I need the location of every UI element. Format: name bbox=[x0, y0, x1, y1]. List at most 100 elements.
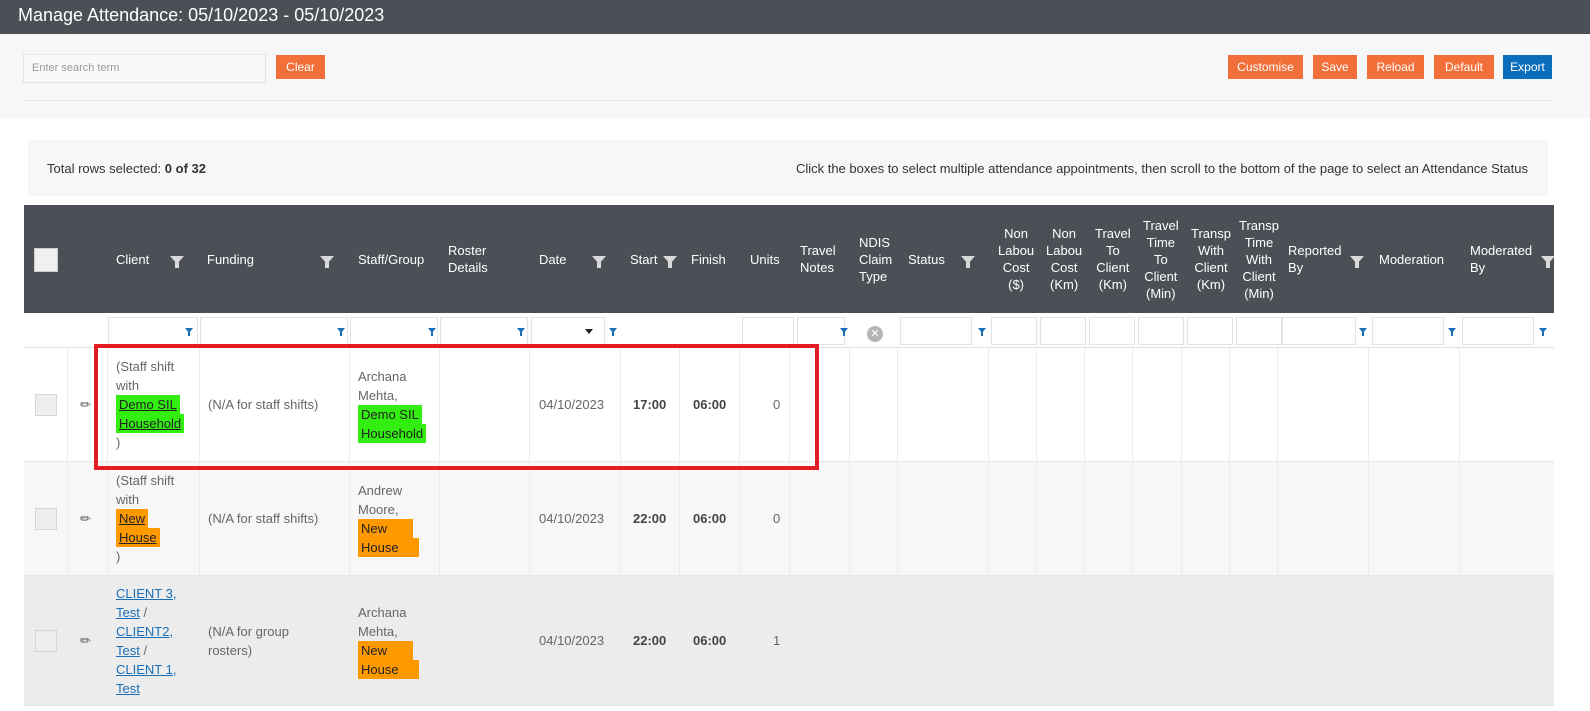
filter-icon[interactable] bbox=[1539, 328, 1547, 337]
col-tt-label-3: With bbox=[1245, 251, 1272, 267]
col-reported-by[interactable]: Reported By bbox=[1288, 205, 1341, 313]
roster-cell bbox=[440, 576, 530, 705]
client-link[interactable]: Test bbox=[116, 643, 140, 658]
col-roster-details[interactable]: Roster Details bbox=[448, 205, 488, 313]
col-units[interactable]: Units bbox=[750, 205, 780, 313]
roster-filter-input[interactable] bbox=[440, 317, 528, 345]
empty-cell bbox=[1369, 348, 1460, 461]
client-link[interactable]: Test bbox=[116, 605, 140, 620]
filter-icon[interactable] bbox=[1350, 256, 1364, 268]
col-nlc-label-4: ($) bbox=[1008, 277, 1025, 292]
filter-icon[interactable] bbox=[840, 328, 848, 337]
filter-icon[interactable] bbox=[517, 328, 525, 337]
col-travel-to-client[interactable]: Travel To Client (Km) bbox=[1095, 205, 1131, 313]
moderation-filter-input[interactable] bbox=[1372, 317, 1444, 345]
filter-icon[interactable] bbox=[961, 256, 975, 268]
col-staff[interactable]: Staff/Group bbox=[358, 205, 424, 313]
col-date[interactable]: Date bbox=[539, 205, 566, 313]
export-button[interactable]: Export bbox=[1503, 55, 1552, 79]
col-transport-with-client[interactable]: Transp With Client (Km) bbox=[1191, 205, 1231, 313]
filter-icon[interactable] bbox=[428, 328, 436, 337]
tw-filter-input[interactable] bbox=[1187, 317, 1233, 345]
col-funding-label: Funding bbox=[207, 251, 254, 267]
table-row[interactable]: ✏ CLIENT 3, Test / CLIENT2, Test / CLIENT 1,… bbox=[24, 576, 1554, 706]
date-cell: 04/10/2023 bbox=[530, 462, 621, 575]
col-moderation[interactable]: Moderation bbox=[1379, 205, 1444, 313]
nlc-filter-input[interactable] bbox=[991, 317, 1037, 345]
household-link[interactable]: New bbox=[116, 509, 149, 528]
filter-icon[interactable] bbox=[1359, 328, 1367, 337]
col-moderated-by[interactable]: Moderated By bbox=[1470, 205, 1532, 313]
search-input[interactable]: Enter search term bbox=[23, 54, 266, 83]
edit-pencil-icon[interactable]: ✏ bbox=[80, 397, 91, 413]
edit-pencil-icon[interactable]: ✏ bbox=[80, 511, 91, 527]
client-link[interactable]: CLIENT2, bbox=[116, 624, 173, 639]
chevron-down-icon bbox=[585, 329, 593, 334]
row-checkbox[interactable] bbox=[35, 507, 57, 530]
col-start[interactable]: Start bbox=[630, 205, 657, 313]
col-ttm-label-5: (Min) bbox=[1146, 285, 1176, 301]
filter-icon[interactable] bbox=[185, 328, 193, 337]
client-text: (Staff shift bbox=[116, 473, 175, 488]
col-ttc-label-1: Travel bbox=[1095, 226, 1131, 241]
household-link[interactable]: House bbox=[116, 528, 160, 547]
clear-filter-icon[interactable]: ✕ bbox=[867, 326, 883, 342]
client-link[interactable]: Test bbox=[116, 681, 140, 696]
ttc-filter-input[interactable] bbox=[1089, 317, 1135, 345]
col-finish[interactable]: Finish bbox=[691, 205, 726, 313]
col-client[interactable]: Client bbox=[116, 205, 149, 313]
col-status[interactable]: Status bbox=[908, 205, 945, 313]
ttm-filter-input[interactable] bbox=[1138, 317, 1184, 345]
client-link[interactable]: CLIENT 1, bbox=[116, 662, 176, 677]
tt-filter-input[interactable] bbox=[1236, 317, 1282, 345]
col-non-labour-cost[interactable]: Non Labou Cost ($) bbox=[998, 205, 1034, 313]
table-row[interactable]: ✏ (Staff shift with New House) (N/A for sta… bbox=[24, 462, 1554, 576]
client-link[interactable]: CLIENT 3, bbox=[116, 586, 176, 601]
reload-button[interactable]: Reload bbox=[1367, 55, 1424, 79]
moderated-filter-input[interactable] bbox=[1462, 317, 1534, 345]
filter-icon[interactable] bbox=[337, 328, 345, 337]
filter-icon[interactable] bbox=[978, 328, 986, 337]
select-all-checkbox[interactable] bbox=[34, 248, 58, 272]
roster-cell bbox=[440, 462, 530, 575]
filter-icon[interactable] bbox=[1448, 328, 1456, 337]
staff-cell: Archana Mehta, New House bbox=[350, 576, 440, 705]
col-non-labour-km[interactable]: Non Labou Cost (Km) bbox=[1046, 205, 1082, 313]
staff-filter-input[interactable] bbox=[350, 317, 438, 345]
filter-icon[interactable] bbox=[170, 256, 184, 268]
customise-button[interactable]: Customise bbox=[1228, 55, 1303, 79]
empty-cell bbox=[1230, 348, 1278, 461]
filter-icon[interactable] bbox=[592, 256, 606, 268]
empty-cell bbox=[1278, 348, 1369, 461]
col-travel-time-to-client[interactable]: Travel Time To Client (Min) bbox=[1143, 205, 1179, 313]
finish-cell: 06:00 bbox=[680, 576, 740, 705]
funding-text: (N/A for staff shifts) bbox=[208, 511, 319, 526]
nlk-filter-input[interactable] bbox=[1040, 317, 1086, 345]
ndis-filter[interactable]: ✕ bbox=[853, 317, 897, 345]
col-travel-notes[interactable]: Travel Notes bbox=[800, 205, 836, 313]
col-ndis-claim-type[interactable]: NDIS Claim Type bbox=[859, 205, 892, 313]
col-date-label: Date bbox=[539, 251, 567, 267]
clear-button[interactable]: Clear bbox=[276, 55, 325, 79]
row-checkbox[interactable] bbox=[35, 629, 57, 652]
date-filter-select[interactable] bbox=[531, 317, 605, 345]
col-transport-time-with-client[interactable]: Transp Time With Client (Min) bbox=[1239, 205, 1279, 313]
col-start-label: Start bbox=[630, 251, 658, 267]
units-filter-input[interactable] bbox=[742, 317, 794, 345]
filter-icon[interactable] bbox=[1541, 256, 1554, 268]
save-button[interactable]: Save bbox=[1313, 55, 1357, 79]
status-filter-input[interactable] bbox=[900, 317, 972, 345]
travel-notes-cell bbox=[790, 462, 850, 575]
empty-cell bbox=[1369, 462, 1460, 575]
filter-icon[interactable] bbox=[609, 328, 617, 337]
default-button[interactable]: Default bbox=[1434, 55, 1494, 79]
filter-icon[interactable] bbox=[663, 256, 677, 268]
col-funding[interactable]: Funding bbox=[207, 205, 254, 313]
funding-filter-input[interactable] bbox=[200, 317, 348, 345]
row-checkbox[interactable] bbox=[35, 393, 57, 416]
empty-cell bbox=[1278, 462, 1369, 575]
reported-filter-input[interactable] bbox=[1282, 317, 1356, 345]
filter-icon[interactable] bbox=[320, 256, 334, 268]
travel-notes-filter-input[interactable] bbox=[797, 317, 845, 345]
edit-pencil-icon[interactable]: ✏ bbox=[80, 633, 91, 649]
